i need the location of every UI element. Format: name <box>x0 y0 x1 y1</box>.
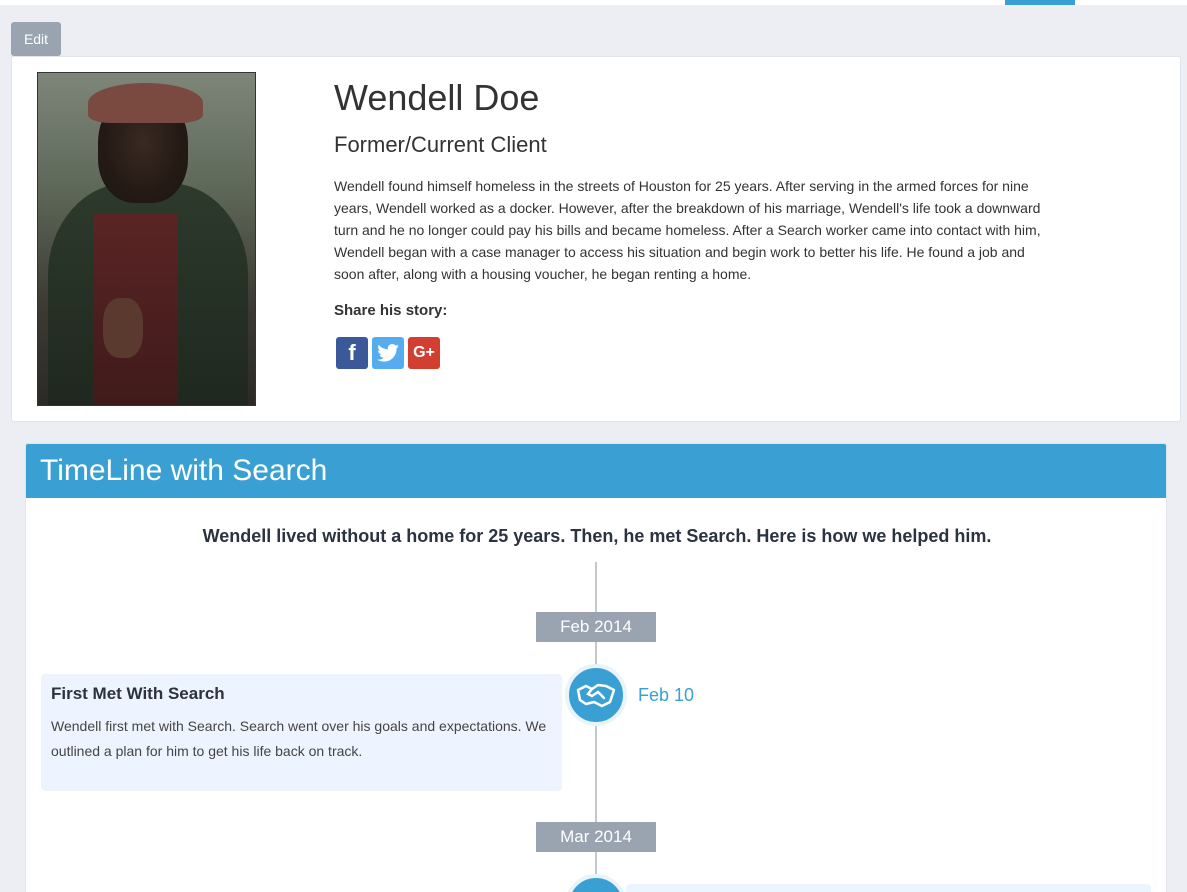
handshake-icon <box>565 664 627 726</box>
profile-role: Former/Current Client <box>334 132 547 157</box>
facebook-icon: f <box>348 340 356 365</box>
google-plus-share-button[interactable]: G+ <box>408 337 440 369</box>
edit-button[interactable]: Edit <box>11 22 61 56</box>
profile-name: Wendell Doe <box>334 77 540 118</box>
profile-story: Wendell found himself homeless in the st… <box>334 178 1041 282</box>
timeline-header: TimeLine with Search <box>26 444 1166 498</box>
share-label: Share his story: <box>334 302 448 319</box>
timeline-title: TimeLine with Search <box>40 454 328 487</box>
timeline-event-card <box>626 884 1151 892</box>
document-icon <box>565 874 627 892</box>
month-label: Feb 2014 <box>536 612 656 642</box>
twitter-icon <box>377 344 399 362</box>
google-plus-icon: G+ <box>413 344 435 361</box>
facebook-share-button[interactable]: f <box>336 337 368 369</box>
twitter-share-button[interactable] <box>372 337 404 369</box>
active-tab-indicator <box>1005 0 1075 5</box>
profile-photo <box>37 72 256 406</box>
event-date: Feb 10 <box>638 685 695 705</box>
timeline-intro: Wendell lived without a home for 25 year… <box>202 526 992 546</box>
event-text: Wendell first met with Search. Search we… <box>51 718 547 759</box>
profile-card: Wendell Doe Former/Current Client Wendel… <box>11 56 1181 422</box>
timeline-card: TimeLine with Search Wendell lived witho… <box>25 443 1167 892</box>
timeline-event-card: First Met With Search Wendell first met … <box>41 674 562 791</box>
event-title: First Met With Search <box>51 684 225 703</box>
month-label: Mar 2014 <box>536 822 656 852</box>
